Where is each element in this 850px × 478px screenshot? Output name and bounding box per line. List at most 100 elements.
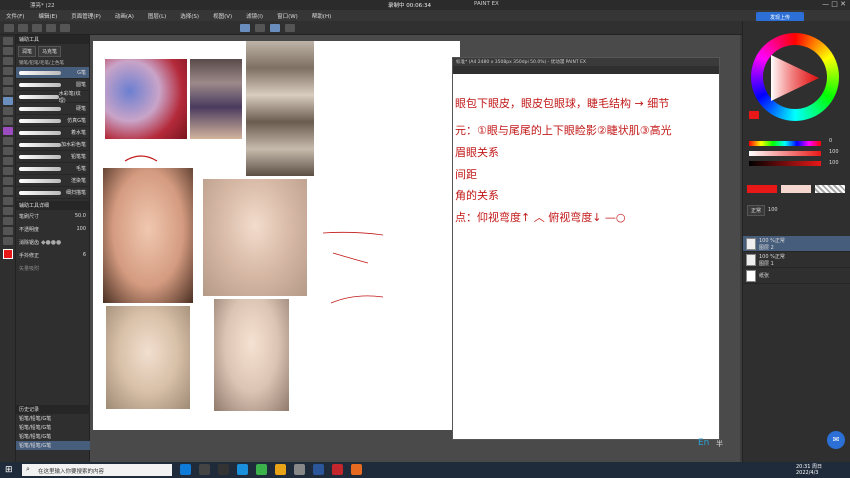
history-item[interactable]: 铅笔/铅笔/G笔: [16, 423, 90, 432]
color-swatches[interactable]: [747, 185, 845, 193]
menu-window[interactable]: 窗口(W): [277, 12, 298, 20]
word-icon[interactable]: [313, 464, 324, 475]
new-icon[interactable]: [4, 24, 14, 32]
task-view-icon[interactable]: [199, 464, 210, 475]
history-item[interactable]: 铅笔/铅笔/G笔: [16, 432, 90, 441]
blend-mode-select[interactable]: 正常: [747, 204, 766, 216]
ime-indicator[interactable]: En: [698, 438, 709, 448]
browser-icon[interactable]: [237, 464, 248, 475]
menu-view[interactable]: 视图(V): [213, 12, 232, 20]
select-tool-icon[interactable]: [3, 67, 13, 75]
gradient-tool-icon[interactable]: [3, 177, 13, 185]
rotate-icon[interactable]: [285, 24, 295, 32]
frame-tool-icon[interactable]: [3, 197, 13, 205]
reference-canvas[interactable]: [93, 41, 460, 430]
brush-item[interactable]: 硬笔: [16, 103, 89, 115]
move-tool-icon[interactable]: [3, 57, 13, 65]
search-input[interactable]: ⌕ 在这里输入你要搜索的内容: [22, 464, 172, 476]
brush-tool-icon[interactable]: [3, 117, 13, 125]
redo-icon[interactable]: [60, 24, 70, 32]
balloon-tool-icon[interactable]: [3, 227, 13, 235]
save-icon[interactable]: [32, 24, 42, 32]
decoration-tool-icon[interactable]: [3, 137, 13, 145]
lasso-tool-icon[interactable]: [3, 77, 13, 85]
ruler-tool-icon[interactable]: [3, 207, 13, 215]
pen-tool-icon[interactable]: [3, 97, 13, 105]
brush-item[interactable]: 毛笔: [16, 163, 89, 175]
windows-start-icon[interactable]: ⊞: [5, 465, 13, 475]
tab-marker[interactable]: 马克笔: [38, 46, 62, 57]
menu-select[interactable]: 选择(S): [180, 12, 199, 20]
swatch-transparent[interactable]: [815, 185, 845, 193]
open-icon[interactable]: [18, 24, 28, 32]
menu-animation[interactable]: 动画(A): [115, 12, 134, 20]
stabilization-value[interactable]: 6: [83, 252, 86, 259]
blend-tool-icon[interactable]: [3, 157, 13, 165]
anti-alias-row[interactable]: 消除锯齿 ◆●●●: [16, 236, 89, 249]
window-controls[interactable]: — □ ✕: [822, 0, 846, 8]
figure-tool-icon[interactable]: [3, 187, 13, 195]
app-icon[interactable]: [218, 464, 229, 475]
chat-bubble-icon[interactable]: ✉: [827, 431, 845, 449]
zoom-tool-icon[interactable]: [3, 37, 13, 45]
main-color-swatch[interactable]: [3, 249, 13, 259]
color-sliders[interactable]: 0 100 100: [749, 136, 845, 186]
brush-item[interactable]: 铅笔笔: [16, 151, 89, 163]
edge-icon[interactable]: [180, 464, 191, 475]
saturation-slider[interactable]: [749, 151, 821, 156]
ruler-icon[interactable]: [270, 24, 280, 32]
menu-file[interactable]: 文件(F): [6, 12, 24, 20]
brush-item[interactable]: 细扫描笔: [16, 187, 89, 199]
brush-item[interactable]: G笔: [16, 67, 89, 79]
opacity-row[interactable]: 不透明度 100: [16, 223, 89, 236]
brush-size-row[interactable]: 笔刷尺寸 50.0: [16, 210, 89, 223]
hand-tool-icon[interactable]: [3, 47, 13, 55]
layer-row[interactable]: 纸张: [743, 268, 850, 284]
snap-icon[interactable]: [240, 24, 250, 32]
swatch-skin[interactable]: [781, 185, 811, 193]
color-wheel[interactable]: [751, 33, 839, 121]
brush-item[interactable]: 加水彩色笔: [16, 139, 89, 151]
main-color-indicator[interactable]: [749, 111, 759, 120]
layer-opacity-value[interactable]: 100: [768, 207, 778, 213]
menu-edit[interactable]: 编辑(E): [38, 12, 57, 20]
wechat-icon[interactable]: [256, 464, 267, 475]
airbrush-tool-icon[interactable]: [3, 127, 13, 135]
clock-date[interactable]: 2022/4/3: [796, 470, 818, 476]
fill-tool-icon[interactable]: [3, 167, 13, 175]
opacity-value[interactable]: 100: [76, 226, 86, 233]
tab-pen[interactable]: 润笔: [18, 46, 37, 57]
view-icons[interactable]: [240, 24, 295, 32]
menu-layer[interactable]: 图层(L): [148, 12, 166, 20]
anti-alias-options-icon[interactable]: ◆●●●: [41, 239, 61, 246]
hue-slider[interactable]: [749, 141, 821, 146]
menu-page[interactable]: 页面管理(P): [71, 12, 101, 20]
ime-half-width[interactable]: 半: [716, 439, 723, 449]
menu-help[interactable]: 帮助(H): [312, 12, 331, 20]
correct-line-tool-icon[interactable]: [3, 237, 13, 245]
brush-item[interactable]: 着水笔: [16, 127, 89, 139]
undo-icon[interactable]: [46, 24, 56, 32]
paint-app-icon[interactable]: [351, 464, 362, 475]
command-icons[interactable]: [4, 24, 70, 32]
brush-item[interactable]: 水彩笔(纹理): [16, 91, 89, 104]
layer-row[interactable]: 100 %正常 图层 1: [743, 252, 850, 268]
history-item[interactable]: 铅笔/铅笔/G笔: [16, 414, 90, 423]
eyedropper-tool-icon[interactable]: [3, 87, 13, 95]
swatch-red[interactable]: [747, 185, 777, 193]
grid-icon[interactable]: [255, 24, 265, 32]
layer-row[interactable]: 100 %正常 图层 2: [743, 236, 850, 252]
menu-filter[interactable]: 滤镜(I): [246, 12, 263, 20]
history-item[interactable]: 铅笔/铅笔/G笔: [16, 441, 90, 450]
brightness-slider[interactable]: [749, 161, 821, 166]
stabilization-row[interactable]: 手抖修正 6: [16, 249, 89, 262]
notes-document-window[interactable]: 标准* (A4 2480 x 3508px 350dpi 50.0%) - 优动…: [452, 57, 720, 440]
app-icon-3[interactable]: [332, 464, 343, 475]
color-triangle[interactable]: [767, 51, 823, 105]
text-tool-icon[interactable]: [3, 217, 13, 225]
eraser-tool-icon[interactable]: [3, 147, 13, 155]
pencil-tool-icon[interactable]: [3, 107, 13, 115]
vector-row[interactable]: 矢量吸附: [16, 262, 89, 275]
brush-size-value[interactable]: 50.0: [75, 213, 86, 220]
clock-time[interactable]: 20:31 周日: [796, 463, 822, 470]
